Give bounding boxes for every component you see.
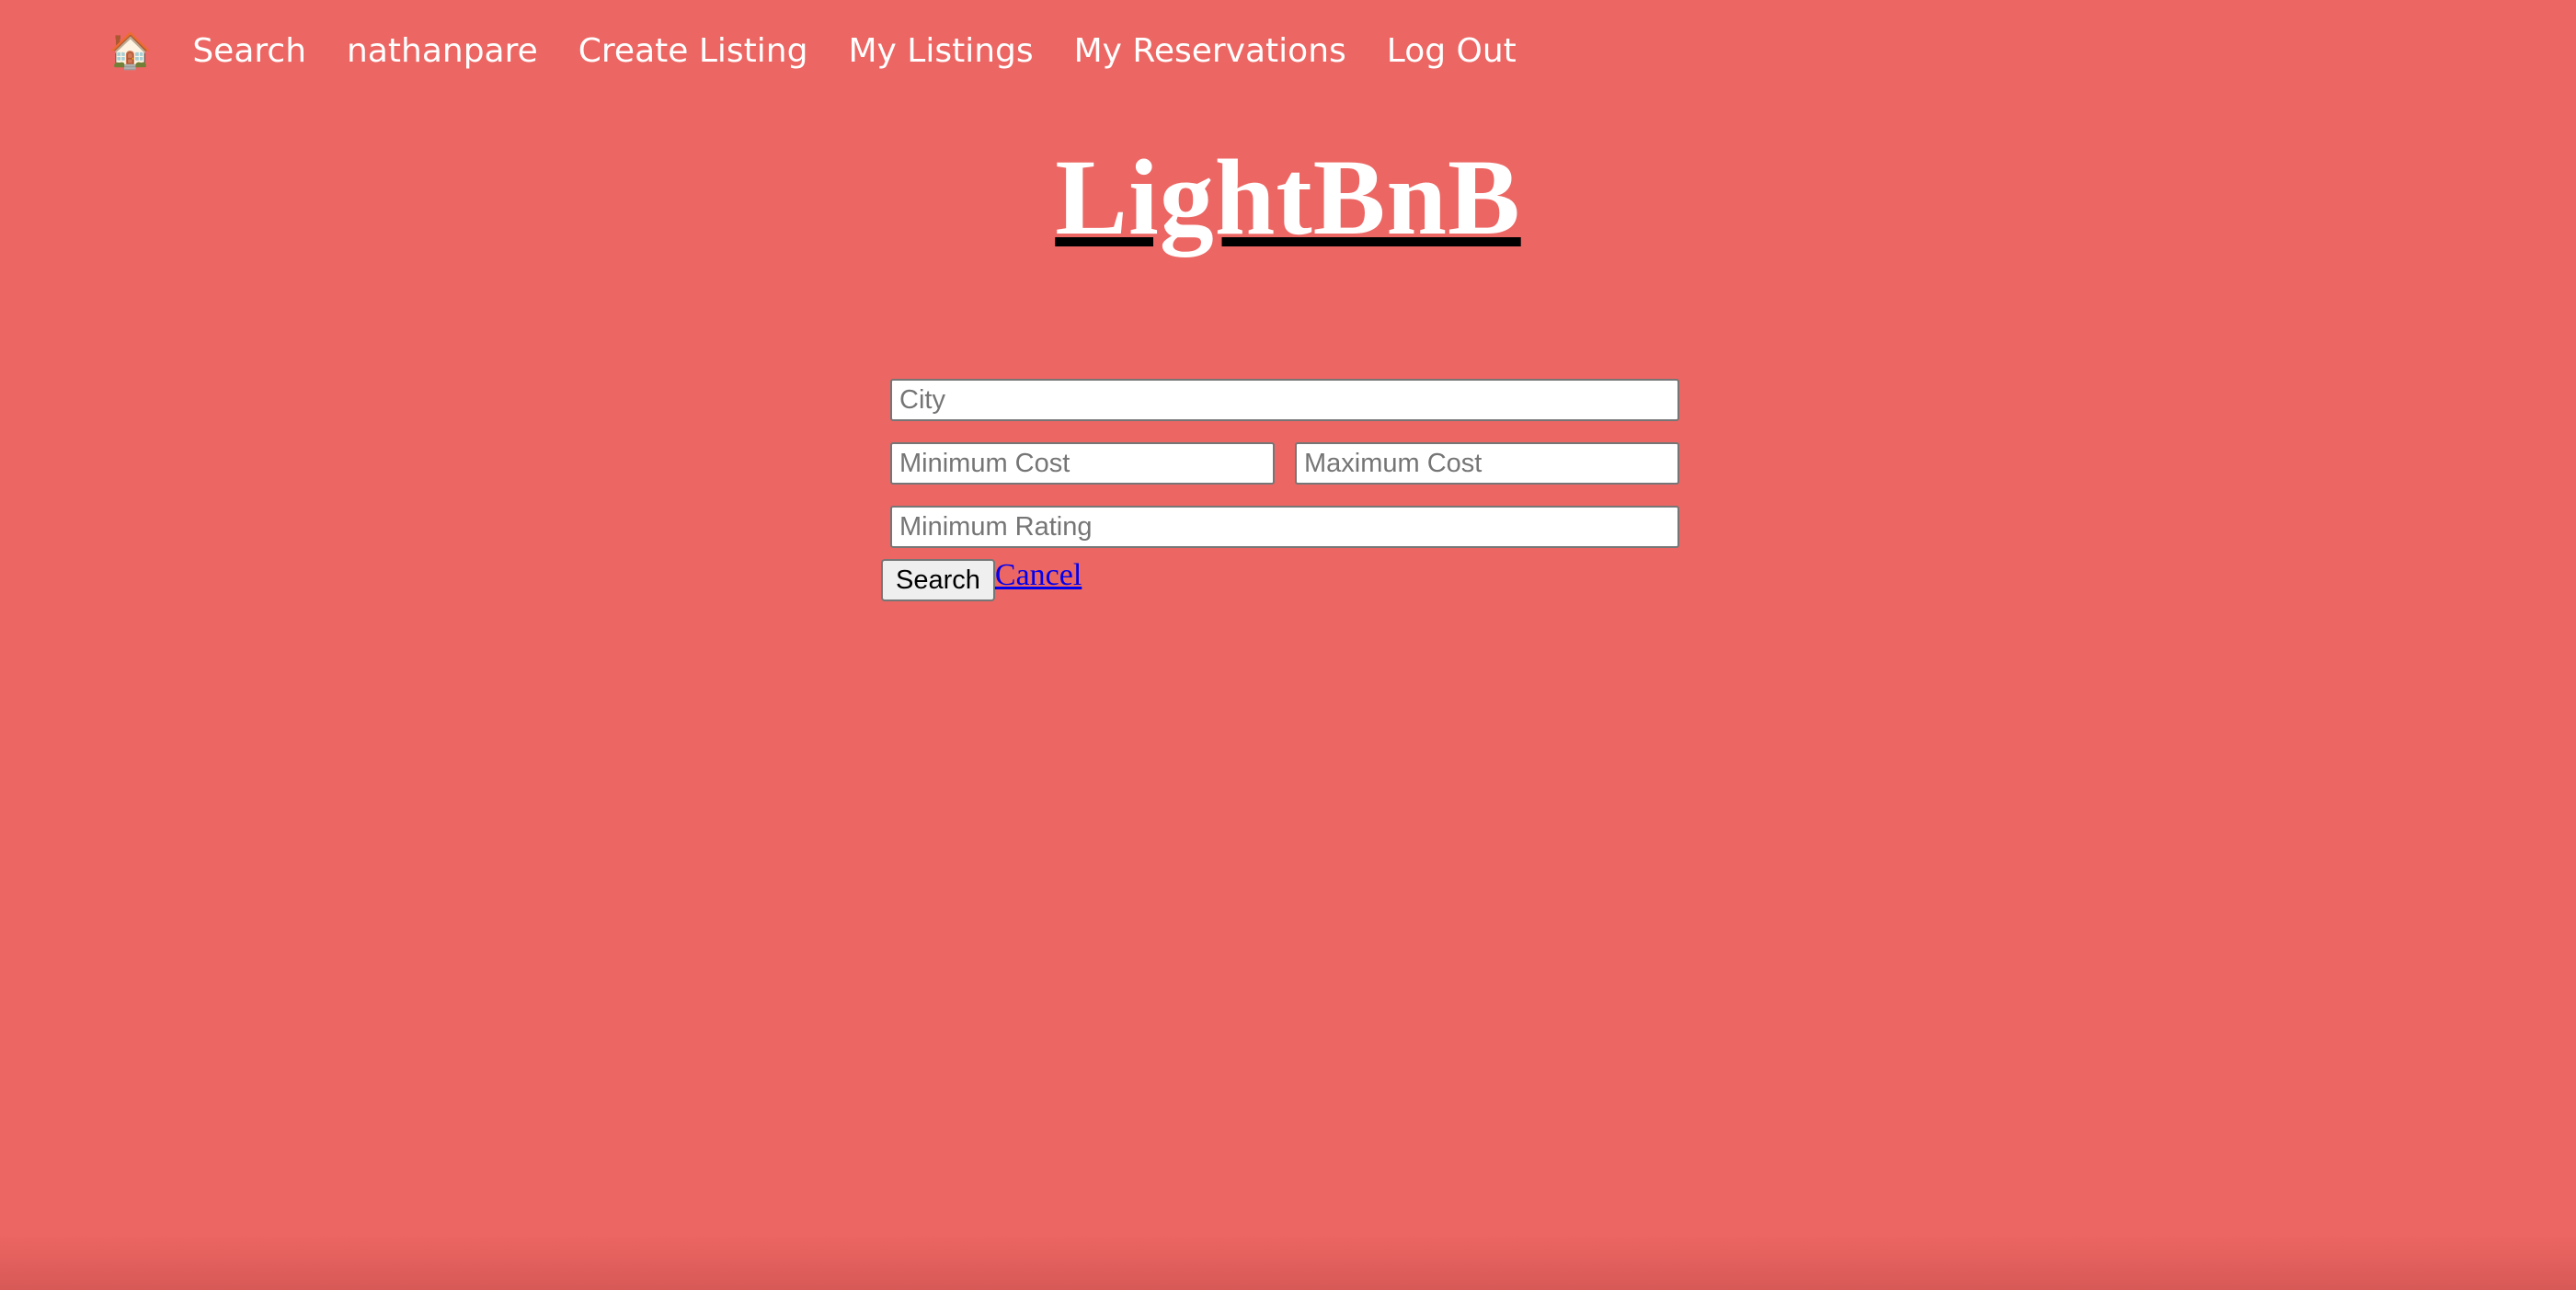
nav-my-reservations-link[interactable]: My Reservations — [1074, 35, 1346, 68]
nav-username-link[interactable]: nathanpare — [347, 35, 538, 68]
cost-row — [890, 442, 1679, 485]
rating-row — [890, 506, 1679, 548]
top-nav: 🏠 Search nathanpare Create Listing My Li… — [109, 20, 1517, 83]
title-container: LightBnB — [0, 138, 2576, 257]
search-button[interactable]: Search — [881, 559, 995, 601]
cancel-link[interactable]: Cancel — [995, 560, 1082, 591]
nav-create-listing-link[interactable]: Create Listing — [578, 35, 808, 68]
minimum-rating-input[interactable] — [890, 506, 1679, 548]
maximum-cost-input[interactable] — [1295, 442, 1679, 485]
search-form: Search Cancel — [881, 379, 1679, 601]
form-actions: Search Cancel — [881, 559, 1679, 601]
nav-my-listings-link[interactable]: My Listings — [848, 35, 1033, 68]
city-input[interactable] — [890, 379, 1679, 421]
bottom-shadow — [0, 1235, 2576, 1290]
minimum-cost-input[interactable] — [890, 442, 1275, 485]
nav-search-link[interactable]: Search — [192, 35, 306, 68]
nav-log-out-link[interactable]: Log Out — [1387, 35, 1517, 68]
page-title: LightBnB — [1055, 137, 1521, 257]
home-icon[interactable]: 🏠 — [109, 34, 152, 69]
